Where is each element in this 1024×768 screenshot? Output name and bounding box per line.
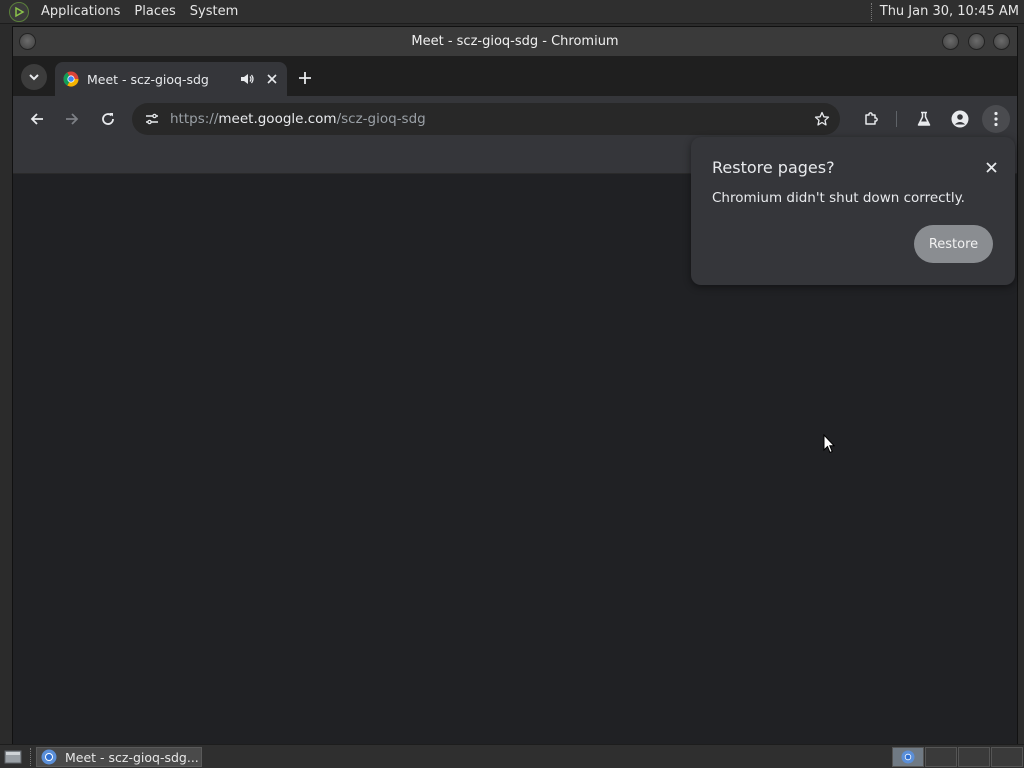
url-path: /scz-gioq-sdg	[336, 111, 426, 127]
tab-strip: Meet - scz-gioq-sdg	[13, 56, 1017, 96]
maximize-button[interactable]	[968, 33, 985, 50]
bottom-panel: Meet - scz-gioq-sdg...	[0, 744, 1024, 768]
tune-icon	[146, 113, 158, 125]
desktop-icon	[4, 750, 22, 763]
applications-menu[interactable]: Applications	[34, 0, 127, 24]
bookmark-star-button[interactable]	[810, 107, 834, 131]
chevron-down-icon	[29, 74, 39, 81]
arrow-right-icon	[66, 113, 79, 125]
chromium-favicon-icon	[63, 71, 79, 87]
taskbar-window-button[interactable]: Meet - scz-gioq-sdg...	[36, 747, 202, 767]
chromium-window: Meet - scz-gioq-sdg - Chromium Meet - sc…	[12, 26, 1018, 744]
workspace-2[interactable]	[925, 747, 957, 767]
tab-meet[interactable]: Meet - scz-gioq-sdg	[55, 62, 287, 96]
show-desktop-button[interactable]	[2, 748, 24, 766]
account-icon	[951, 110, 969, 128]
window-titlebar[interactable]: Meet - scz-gioq-sdg - Chromium	[13, 27, 1017, 56]
places-menu[interactable]: Places	[127, 0, 182, 24]
tab-title: Meet - scz-gioq-sdg	[87, 71, 209, 87]
reload-icon	[102, 113, 114, 125]
workspace-3[interactable]	[958, 747, 990, 767]
profile-button[interactable]	[946, 105, 974, 133]
workspace-1[interactable]	[892, 747, 924, 767]
chromium-mini-icon	[901, 750, 915, 764]
url-text[interactable]: https://meet.google.com/scz-gioq-sdg	[170, 111, 426, 127]
taskbar-separator	[30, 747, 34, 766]
audio-playing-icon[interactable]	[239, 71, 255, 87]
restore-dialog-close-button[interactable]	[981, 157, 1001, 177]
puzzle-piece-icon	[865, 112, 878, 125]
url-host: meet.google.com	[218, 111, 337, 127]
url-scheme: https://	[170, 111, 219, 127]
address-bar[interactable]: https://meet.google.com/scz-gioq-sdg	[132, 103, 840, 135]
taskbar-window-label: Meet - scz-gioq-sdg...	[65, 749, 199, 765]
tab-close-button[interactable]	[263, 70, 281, 88]
labs-button[interactable]	[910, 105, 938, 133]
arrow-left-icon	[30, 113, 43, 125]
restore-dialog-message: Chromium didn't shut down correctly.	[712, 190, 965, 206]
system-menu[interactable]: System	[183, 0, 245, 24]
window-title: Meet - scz-gioq-sdg - Chromium	[411, 34, 619, 49]
gnome-foot-logo-icon[interactable]	[9, 1, 29, 22]
restore-pages-dialog: Restore pages? Chromium didn't shut down…	[691, 137, 1015, 285]
forward-button[interactable]	[58, 105, 86, 133]
extensions-button[interactable]	[857, 105, 885, 133]
minimize-button[interactable]	[942, 33, 959, 50]
close-icon	[267, 74, 277, 84]
kebab-menu-icon	[994, 111, 998, 127]
clock[interactable]: Thu Jan 30, 10:45 AM	[880, 4, 1024, 19]
restore-dialog-title: Restore pages?	[712, 158, 835, 177]
close-window-button[interactable]	[993, 33, 1010, 50]
site-info-button[interactable]	[142, 109, 162, 129]
star-icon	[814, 111, 830, 126]
new-tab-button[interactable]	[293, 66, 317, 90]
panel-separator	[870, 2, 874, 21]
tab-search-button[interactable]	[21, 64, 47, 90]
flask-icon	[917, 111, 931, 126]
reload-button[interactable]	[94, 105, 122, 133]
chromium-icon	[41, 749, 57, 765]
top-panel: Applications Places System Thu Jan 30, 1…	[0, 0, 1024, 24]
mouse-cursor-icon	[823, 434, 835, 454]
back-button[interactable]	[23, 105, 51, 133]
restore-button[interactable]: Restore	[914, 225, 993, 263]
browser-toolbar: https://meet.google.com/scz-gioq-sdg	[13, 96, 1017, 142]
toolbar-divider	[896, 111, 897, 127]
menu-button[interactable]	[982, 105, 1010, 133]
window-menu-button[interactable]	[19, 33, 36, 50]
workspace-4[interactable]	[991, 747, 1023, 767]
plus-icon	[299, 72, 311, 84]
close-icon	[985, 161, 997, 173]
